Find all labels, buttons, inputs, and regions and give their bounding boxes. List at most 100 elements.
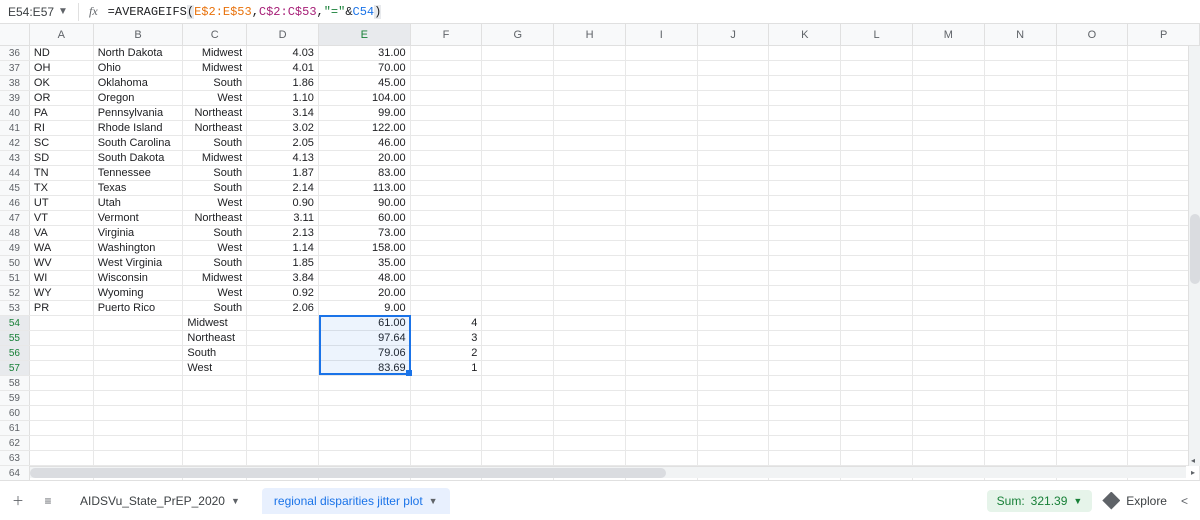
cell-C37[interactable]: Midwest	[183, 61, 247, 75]
cell-O41[interactable]	[1057, 121, 1129, 135]
cell-K42[interactable]	[769, 136, 841, 150]
cell-C41[interactable]: Northeast	[183, 121, 247, 135]
cell-M46[interactable]	[913, 196, 985, 210]
cell-N38[interactable]	[985, 76, 1057, 90]
horizontal-scroll-thumb[interactable]	[30, 468, 666, 478]
cell-N37[interactable]	[985, 61, 1057, 75]
cell-A56[interactable]	[30, 346, 94, 360]
cell-K55[interactable]	[769, 331, 841, 345]
cell-M53[interactable]	[913, 301, 985, 315]
cell-M37[interactable]	[913, 61, 985, 75]
cell-C45[interactable]: South	[183, 181, 247, 195]
cell-O57[interactable]	[1057, 361, 1129, 375]
cell-N56[interactable]	[985, 346, 1057, 360]
cell-N43[interactable]	[985, 151, 1057, 165]
col-header-A[interactable]: A	[30, 24, 94, 45]
cell-B43[interactable]: South Dakota	[94, 151, 184, 165]
col-header-K[interactable]: K	[769, 24, 841, 45]
row-header-38[interactable]: 38	[0, 76, 30, 90]
cell-J56[interactable]	[698, 346, 770, 360]
row-header-57[interactable]: 57	[0, 361, 30, 375]
cell-M56[interactable]	[913, 346, 985, 360]
cell-I38[interactable]	[626, 76, 698, 90]
cell-G58[interactable]	[482, 376, 554, 390]
cell-N58[interactable]	[985, 376, 1057, 390]
row-header-49[interactable]: 49	[0, 241, 30, 255]
cell-D53[interactable]: 2.06	[247, 301, 319, 315]
cell-N49[interactable]	[985, 241, 1057, 255]
cell-C51[interactable]: Midwest	[183, 271, 247, 285]
cell-E50[interactable]: 35.00	[319, 256, 411, 270]
cell-F37[interactable]	[411, 61, 483, 75]
cell-J57[interactable]	[698, 361, 770, 375]
row-header-60[interactable]: 60	[0, 406, 30, 420]
cell-K57[interactable]	[769, 361, 841, 375]
cell-I36[interactable]	[626, 46, 698, 60]
cell-O39[interactable]	[1057, 91, 1129, 105]
cell-D40[interactable]: 3.14	[247, 106, 319, 120]
row-header-52[interactable]: 52	[0, 286, 30, 300]
select-all-corner[interactable]	[0, 24, 30, 45]
row-header-47[interactable]: 47	[0, 211, 30, 225]
cell-E62[interactable]	[319, 436, 411, 450]
cell-H39[interactable]	[554, 91, 626, 105]
cell-D57[interactable]	[247, 361, 319, 375]
formula-input[interactable]: =AVERAGEIFS(E$2:E$53,C$2:C$53,"="&C54)	[104, 5, 1200, 19]
cell-E43[interactable]: 20.00	[319, 151, 411, 165]
cell-O42[interactable]	[1057, 136, 1129, 150]
cell-D61[interactable]	[247, 421, 319, 435]
cell-B37[interactable]: Ohio	[94, 61, 184, 75]
cell-B52[interactable]: Wyoming	[94, 286, 184, 300]
cell-O53[interactable]	[1057, 301, 1129, 315]
cell-E36[interactable]: 31.00	[319, 46, 411, 60]
cell-H59[interactable]	[554, 391, 626, 405]
cell-J50[interactable]	[698, 256, 770, 270]
cell-E54[interactable]: 61.00	[319, 316, 411, 330]
row-header-50[interactable]: 50	[0, 256, 30, 270]
cell-L55[interactable]	[841, 331, 913, 345]
cell-C54[interactable]: Midwest	[183, 316, 247, 330]
cell-E60[interactable]	[319, 406, 411, 420]
cell-H60[interactable]	[554, 406, 626, 420]
cell-I40[interactable]	[626, 106, 698, 120]
cell-D54[interactable]	[247, 316, 319, 330]
cell-G45[interactable]	[482, 181, 554, 195]
cell-J48[interactable]	[698, 226, 770, 240]
cell-C46[interactable]: West	[183, 196, 247, 210]
cell-H55[interactable]	[554, 331, 626, 345]
cell-M41[interactable]	[913, 121, 985, 135]
cell-D39[interactable]: 1.10	[247, 91, 319, 105]
cell-M60[interactable]	[913, 406, 985, 420]
cell-A45[interactable]: TX	[30, 181, 94, 195]
cell-J41[interactable]	[698, 121, 770, 135]
cell-K60[interactable]	[769, 406, 841, 420]
cell-N42[interactable]	[985, 136, 1057, 150]
cell-K39[interactable]	[769, 91, 841, 105]
cell-F47[interactable]	[411, 211, 483, 225]
cell-N62[interactable]	[985, 436, 1057, 450]
cell-J54[interactable]	[698, 316, 770, 330]
cell-J61[interactable]	[698, 421, 770, 435]
cell-F60[interactable]	[411, 406, 483, 420]
cell-N55[interactable]	[985, 331, 1057, 345]
cell-M58[interactable]	[913, 376, 985, 390]
cell-B46[interactable]: Utah	[94, 196, 184, 210]
cell-C49[interactable]: West	[183, 241, 247, 255]
cell-I49[interactable]	[626, 241, 698, 255]
scroll-nav-arrows[interactable]: ◂ ▸	[1186, 454, 1200, 478]
cell-I48[interactable]	[626, 226, 698, 240]
cell-K48[interactable]	[769, 226, 841, 240]
cell-M62[interactable]	[913, 436, 985, 450]
cell-G46[interactable]	[482, 196, 554, 210]
cell-O56[interactable]	[1057, 346, 1129, 360]
cell-I47[interactable]	[626, 211, 698, 225]
cell-J47[interactable]	[698, 211, 770, 225]
cell-M44[interactable]	[913, 166, 985, 180]
cell-I43[interactable]	[626, 151, 698, 165]
cell-E49[interactable]: 158.00	[319, 241, 411, 255]
cell-K62[interactable]	[769, 436, 841, 450]
cell-D63[interactable]	[247, 451, 319, 465]
cell-B40[interactable]: Pennsylvania	[94, 106, 184, 120]
cell-B39[interactable]: Oregon	[94, 91, 184, 105]
cell-F59[interactable]	[411, 391, 483, 405]
